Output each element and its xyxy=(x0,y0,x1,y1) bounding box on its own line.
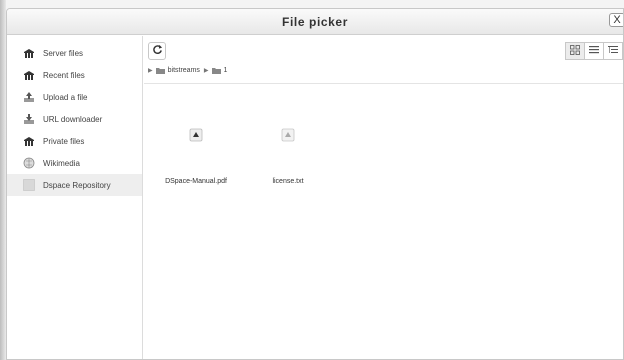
breadcrumb-item-bitstreams[interactable]: bitstreams xyxy=(168,67,200,74)
breadcrumb-arrow-icon: ▶ xyxy=(203,68,209,74)
tree-view-button[interactable] xyxy=(603,42,623,60)
wikimedia-icon xyxy=(23,157,35,169)
file-item-dspace-manual[interactable]: DSpace-Manual.pdf xyxy=(156,128,236,185)
sidebar-item-server-files[interactable]: Server files xyxy=(7,42,142,64)
file-name: license.txt xyxy=(272,178,304,185)
sidebar-item-label: Server files xyxy=(43,48,84,58)
sidebar-item-label: Wikimedia xyxy=(43,158,80,168)
file-grid: DSpace-Manual.pdf license.txt xyxy=(144,116,623,359)
icons-view-button[interactable] xyxy=(565,42,585,60)
pdf-file-icon xyxy=(189,128,203,142)
view-switcher xyxy=(565,42,623,60)
sidebar-item-url-downloader[interactable]: URL downloader xyxy=(7,108,142,130)
text-file-icon xyxy=(281,128,295,142)
server-icon xyxy=(23,47,35,59)
sidebar-item-label: URL downloader xyxy=(43,114,103,124)
refresh-icon xyxy=(152,42,163,60)
upload-icon xyxy=(23,91,35,103)
folder-icon xyxy=(211,67,221,74)
breadcrumb: ▶ bitstreams ▶ 1 xyxy=(148,67,231,74)
folder-icon xyxy=(155,67,165,74)
sidebar-item-label: Recent files xyxy=(43,70,85,80)
sidebar-item-label: Private files xyxy=(43,136,85,146)
title-bar: File picker X xyxy=(7,9,623,35)
dspace-icon xyxy=(23,179,35,191)
sidebar-item-label: Upload a file xyxy=(43,92,88,102)
sidebar-item-dspace-repository[interactable]: Dspace Repository xyxy=(7,174,142,196)
breadcrumb-arrow-icon: ▶ xyxy=(148,68,153,74)
icons-view-icon xyxy=(570,42,580,60)
file-browser-panel: ▶ bitstreams ▶ 1 DSpace-Manual.pdf licen… xyxy=(144,36,623,359)
recent-icon xyxy=(23,69,35,81)
list-view-button[interactable] xyxy=(584,42,604,60)
refresh-button[interactable] xyxy=(148,42,166,60)
file-picker-dialog: File picker X Server files Recent files … xyxy=(6,8,624,360)
file-name: DSpace-Manual.pdf xyxy=(165,178,227,185)
dialog-title: File picker xyxy=(282,15,348,29)
breadcrumb-item-1[interactable]: 1 xyxy=(224,67,228,74)
private-files-icon xyxy=(23,135,35,147)
sidebar-item-upload-a-file[interactable]: Upload a file xyxy=(7,86,142,108)
list-view-icon xyxy=(589,42,599,60)
sidebar-item-wikimedia[interactable]: Wikimedia xyxy=(7,152,142,174)
toolbar: ▶ bitstreams ▶ 1 xyxy=(144,36,623,84)
tree-view-icon xyxy=(608,42,618,60)
sidebar-item-recent-files[interactable]: Recent files xyxy=(7,64,142,86)
sidebar-item-label: Dspace Repository xyxy=(43,180,111,190)
close-button[interactable]: X xyxy=(609,13,623,27)
file-item-license[interactable]: license.txt xyxy=(248,128,328,185)
url-download-icon xyxy=(23,113,35,125)
sidebar-item-private-files[interactable]: Private files xyxy=(7,130,142,152)
repository-sidebar: Server files Recent files Upload a file … xyxy=(7,36,143,359)
